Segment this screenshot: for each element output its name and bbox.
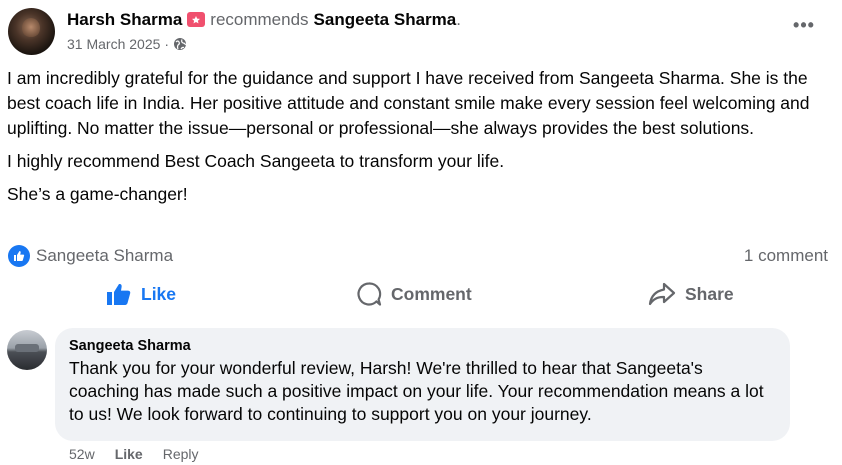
comment-count[interactable]: 1 comment bbox=[744, 246, 828, 266]
post-paragraph: She’s a game-changer! bbox=[7, 184, 188, 204]
like-button-label: Like bbox=[141, 283, 177, 304]
recommended-page-name[interactable]: Sangeeta Sharma bbox=[314, 10, 457, 30]
more-options-icon[interactable]: ••• bbox=[792, 16, 816, 42]
comment-text: Thank you for your wonderful review, Har… bbox=[69, 358, 764, 424]
commenter-name[interactable]: Sangeeta Sharma bbox=[69, 338, 776, 354]
share-button[interactable]: Share bbox=[648, 276, 734, 312]
comment-meta: 52w Like Reply bbox=[69, 446, 199, 462]
post-action-bar: Like Comment Share bbox=[0, 276, 842, 312]
comment-button[interactable]: Comment bbox=[356, 276, 472, 312]
thumbs-up-icon bbox=[106, 282, 132, 306]
post-date[interactable]: 31 March 2025 bbox=[67, 36, 160, 52]
comment-reply-button[interactable]: Reply bbox=[163, 446, 199, 462]
share-button-label: Share bbox=[685, 283, 734, 304]
comment-bubble-icon bbox=[356, 281, 382, 307]
post-paragraph: I am incredibly grateful for the guidanc… bbox=[7, 68, 810, 138]
commenter-avatar[interactable] bbox=[7, 330, 47, 370]
comment-bubble: Sangeeta Sharma Thank you for your wonde… bbox=[55, 328, 790, 441]
globe-icon bbox=[173, 37, 187, 51]
reaction-summary[interactable]: Sangeeta Sharma bbox=[8, 245, 173, 267]
headline-period: . bbox=[456, 10, 461, 29]
reacted-by-name: Sangeeta Sharma bbox=[36, 246, 174, 265]
post-header: Harsh Sharma recommends Sangeeta Sharma … bbox=[8, 8, 834, 58]
post-meta: 31 March 2025 · bbox=[67, 36, 187, 52]
comment-like-button[interactable]: Like bbox=[115, 446, 143, 462]
author-avatar[interactable] bbox=[8, 8, 55, 55]
reactions-bar: Sangeeta Sharma 1 comment bbox=[8, 245, 828, 267]
comment-button-label: Comment bbox=[391, 283, 472, 304]
post-headline: Harsh Sharma recommends Sangeeta Sharma … bbox=[67, 10, 461, 30]
comment-age[interactable]: 52w bbox=[69, 446, 95, 462]
meta-separator: · bbox=[164, 36, 170, 52]
recommends-label: recommends bbox=[210, 10, 309, 29]
share-arrow-icon bbox=[648, 282, 676, 306]
thumbs-up-badge-icon bbox=[8, 245, 30, 267]
like-button[interactable]: Like bbox=[106, 276, 176, 312]
post-body: I am incredibly grateful for the guidanc… bbox=[7, 66, 832, 215]
author-name[interactable]: Harsh Sharma bbox=[67, 10, 182, 30]
recommend-flag-icon bbox=[186, 10, 206, 30]
post-paragraph: I highly recommend Best Coach Sangeeta t… bbox=[7, 151, 505, 171]
